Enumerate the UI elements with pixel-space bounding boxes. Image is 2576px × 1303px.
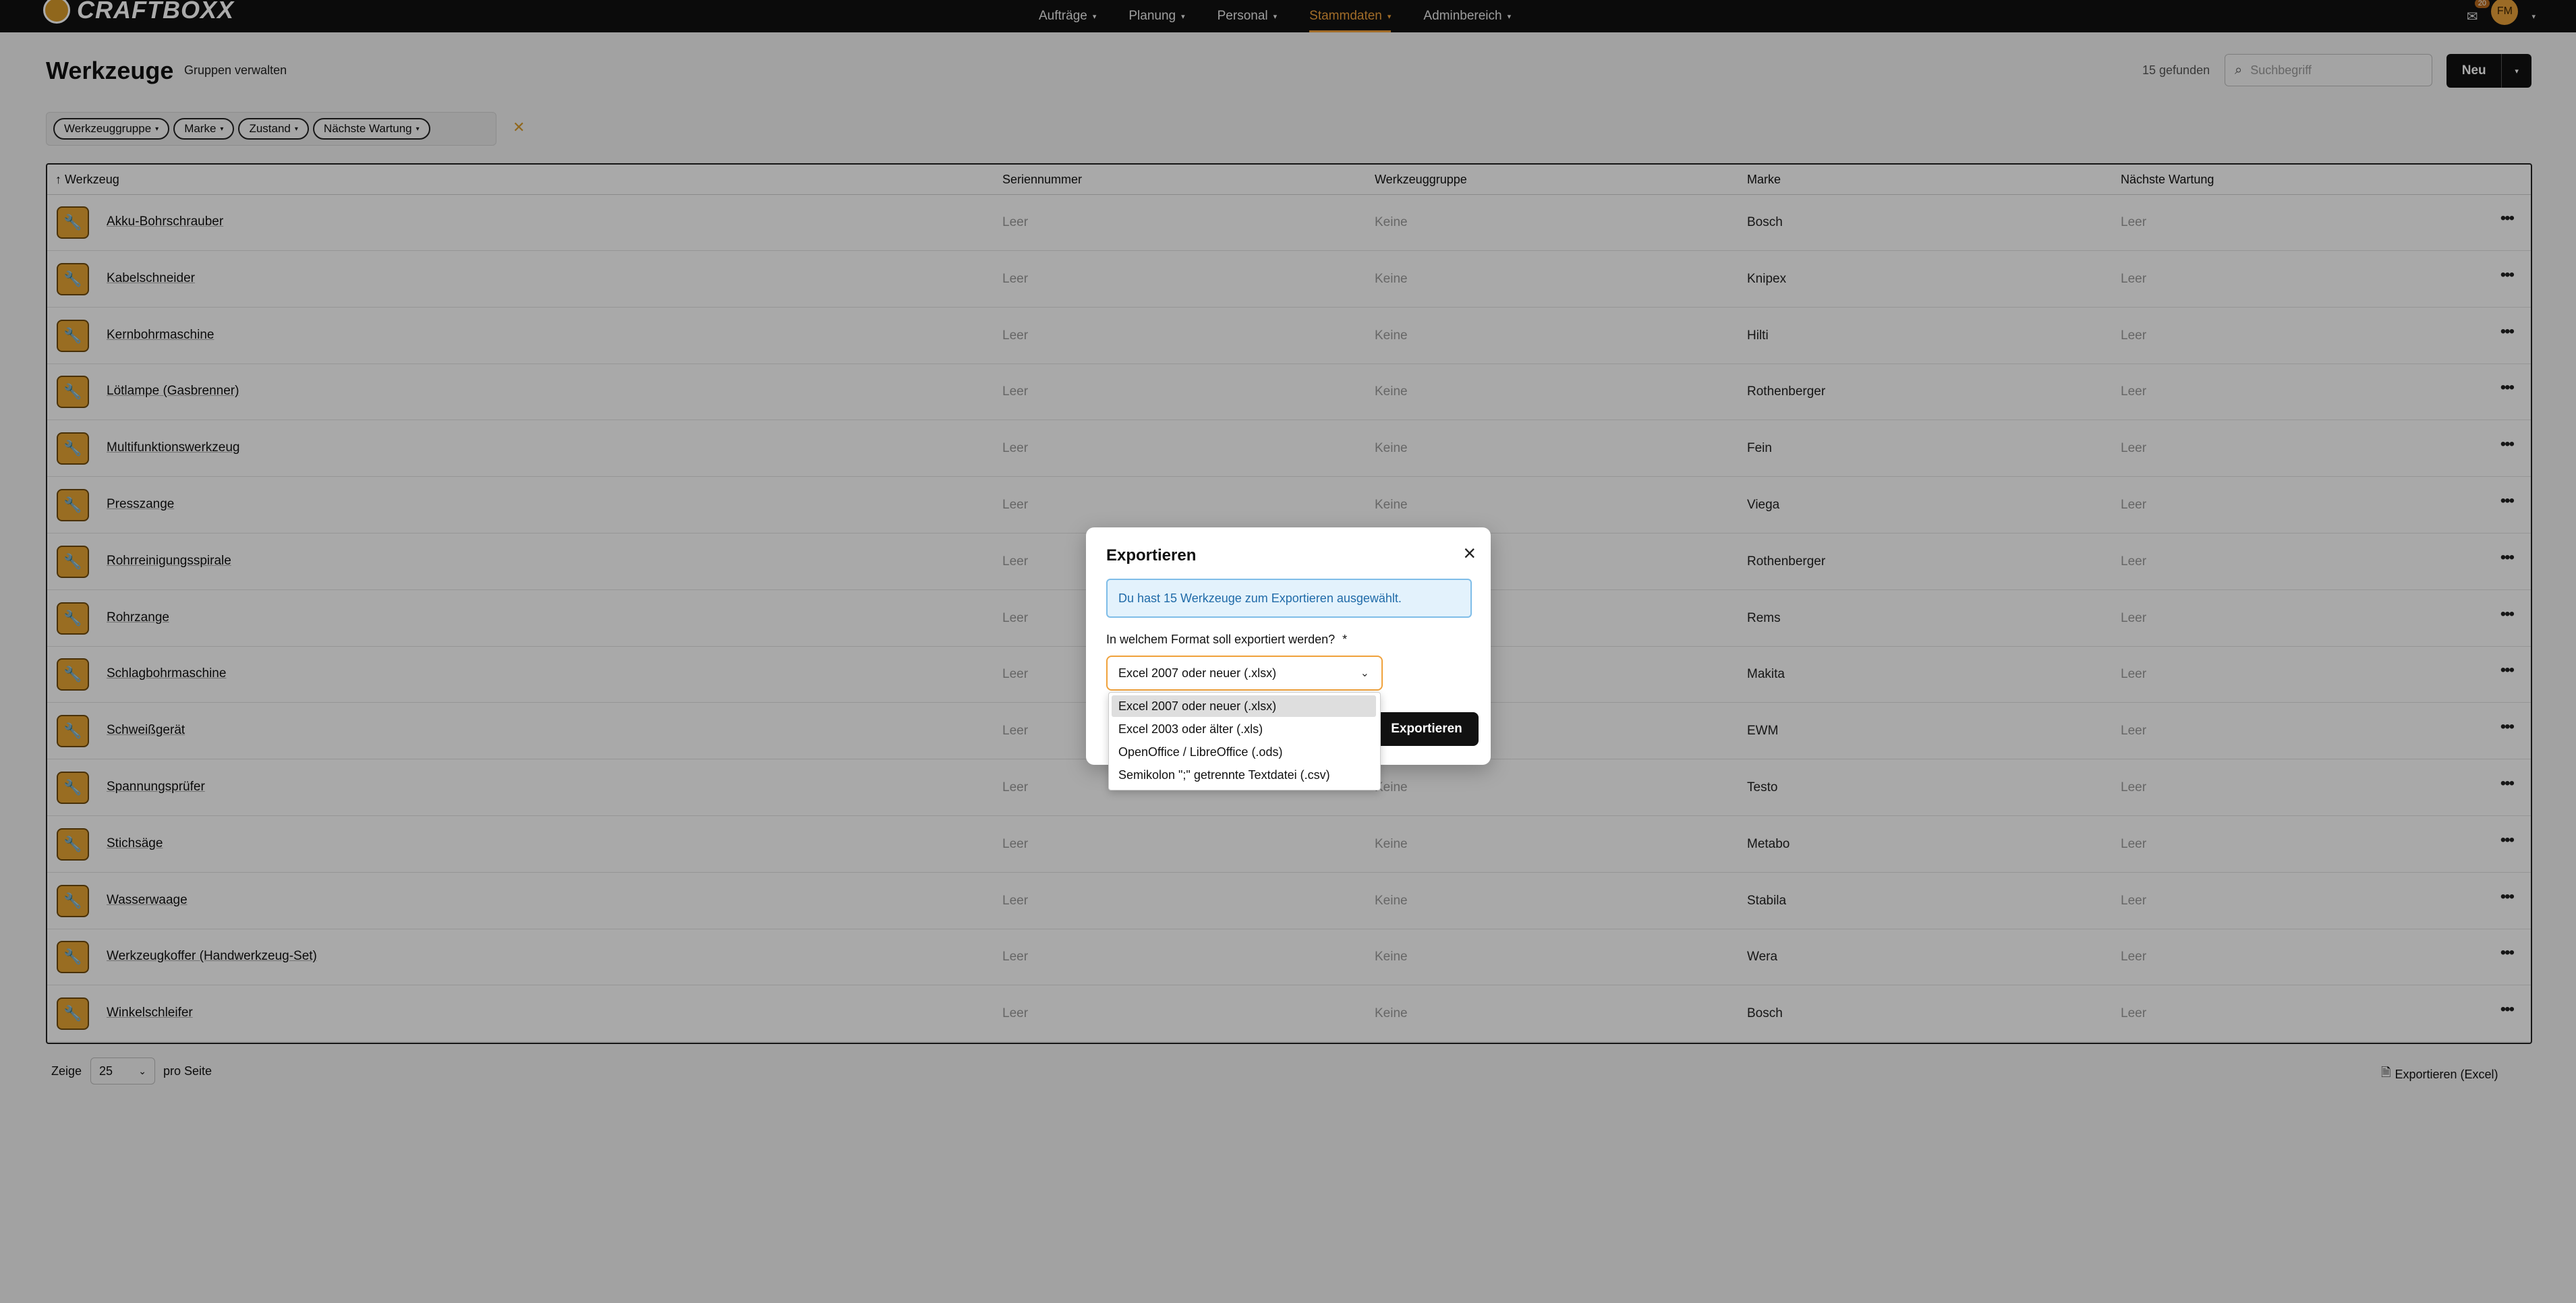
required-mark: *: [1342, 633, 1348, 646]
export-button[interactable]: Exportieren: [1375, 712, 1479, 746]
format-dropdown: Excel 2007 oder neuer (.xlsx) Excel 2003…: [1108, 692, 1381, 790]
info-alert: Du hast 15 Werkzeuge zum Exportieren aus…: [1106, 579, 1472, 618]
format-question: In welchem Format soll exportiert werden…: [1106, 633, 1336, 646]
format-option-csv[interactable]: Semikolon ";" getrennte Textdatei (.csv): [1112, 764, 1376, 786]
format-select[interactable]: Excel 2007 oder neuer (.xlsx) ⌄: [1106, 656, 1383, 691]
format-option-xls[interactable]: Excel 2003 oder älter (.xls): [1112, 718, 1376, 740]
format-option-ods[interactable]: OpenOffice / LibreOffice (.ods): [1112, 741, 1376, 763]
modal-title: Exportieren: [1106, 546, 1197, 564]
chevron-down-icon: ⌄: [1360, 668, 1369, 679]
format-label: In welchem Format soll exportiert werden…: [1106, 633, 1347, 647]
format-select-value: Excel 2007 oder neuer (.xlsx): [1118, 666, 1277, 680]
close-icon[interactable]: ×: [1463, 542, 1476, 564]
format-option-xlsx[interactable]: Excel 2007 oder neuer (.xlsx): [1112, 695, 1376, 717]
